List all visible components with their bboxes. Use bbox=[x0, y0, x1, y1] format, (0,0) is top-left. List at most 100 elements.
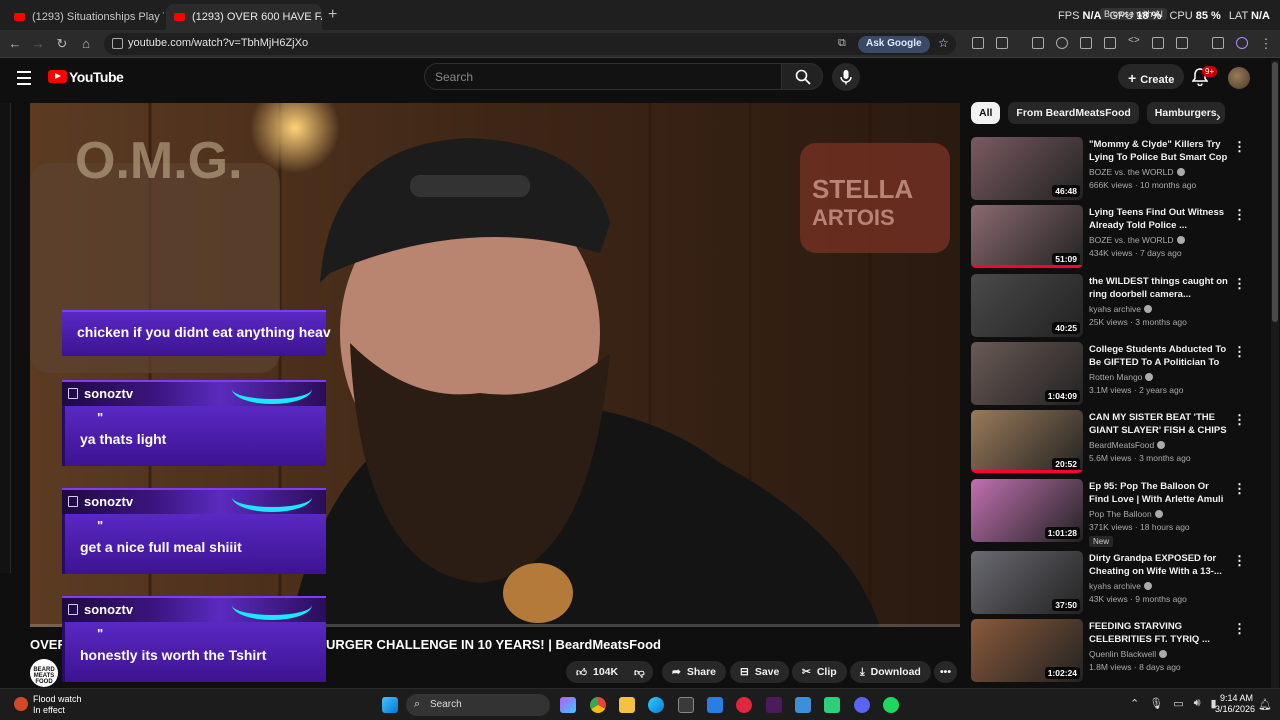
search-button[interactable] bbox=[781, 63, 823, 90]
taskbar-search[interactable]: ⌕ Search bbox=[406, 694, 550, 716]
recommendation-title[interactable]: Dirty Grandpa EXPOSED for Cheating on Wi… bbox=[1089, 552, 1229, 578]
translate-icon[interactable] bbox=[1104, 37, 1116, 49]
recommendation-channel[interactable]: BOZE vs. the WORLD bbox=[1089, 235, 1185, 245]
app-red-icon[interactable] bbox=[736, 697, 752, 713]
download-button[interactable]: ⤓ Download bbox=[850, 661, 931, 683]
edge-icon[interactable] bbox=[648, 697, 664, 713]
recommendation-item[interactable]: 1:01:28 Ep 95: Pop The Balloon Or Find Lo… bbox=[971, 479, 1261, 547]
taskbar-clock[interactable]: 9:14 AM 3/16/2026 bbox=[1215, 693, 1255, 715]
address-bar[interactable]: youtube.com/watch?v=TbhMjH6ZjXo ⧉ Ask Go… bbox=[104, 33, 956, 55]
spotify-icon[interactable] bbox=[883, 697, 899, 713]
search-field[interactable] bbox=[424, 63, 782, 90]
video-thumbnail[interactable]: 1:01:28 bbox=[971, 479, 1083, 542]
tab-current-video[interactable]: (1293) OVER 600 HAVE FAIL 🔈 ✕ bbox=[166, 4, 322, 30]
notification-center-icon[interactable]: 🔔︎ bbox=[1258, 698, 1272, 711]
video-thumbnail[interactable]: 37:50 bbox=[971, 551, 1083, 614]
mail-icon[interactable] bbox=[707, 697, 723, 713]
chrome-icon[interactable] bbox=[590, 697, 606, 713]
scrollbar-thumb[interactable] bbox=[1272, 62, 1278, 322]
shield-icon[interactable] bbox=[678, 697, 694, 713]
recommendation-item[interactable]: 1:02:24 FEEDING STARVING CELEBRITIES FT. … bbox=[971, 619, 1261, 683]
more-options-icon[interactable]: ⋮ bbox=[1233, 553, 1246, 569]
more-options-icon[interactable]: ⋮ bbox=[1233, 276, 1246, 292]
code-icon[interactable]: <> bbox=[1128, 35, 1140, 47]
file-explorer-icon[interactable] bbox=[619, 697, 635, 713]
chip-all[interactable]: All bbox=[971, 102, 1001, 124]
extensions-icon[interactable] bbox=[996, 37, 1008, 49]
more-options-icon[interactable]: ⋮ bbox=[1233, 344, 1246, 360]
account-avatar[interactable] bbox=[1228, 67, 1250, 89]
channel-avatar[interactable]: BEARD MEATS FOOD bbox=[30, 659, 58, 687]
chevron-right-icon[interactable]: › bbox=[1216, 108, 1221, 124]
ask-google-button[interactable]: Ask Google bbox=[858, 36, 930, 53]
cast-icon[interactable] bbox=[1176, 37, 1188, 49]
video-thumbnail[interactable]: 1:02:24 bbox=[971, 619, 1083, 682]
install-app-icon[interactable]: ⧉ bbox=[838, 37, 846, 50]
video-thumbnail[interactable]: 51:09 bbox=[971, 205, 1083, 268]
photos-icon[interactable] bbox=[795, 697, 811, 713]
chip-hamburgers[interactable]: Hamburgers bbox=[1146, 102, 1225, 124]
video-thumbnail[interactable]: 20:52 bbox=[971, 410, 1083, 473]
recommendation-title[interactable]: FEEDING STARVING CELEBRITIES FT. TYRIQ .… bbox=[1089, 620, 1229, 646]
recommendation-channel[interactable]: BOZE vs. the WORLD bbox=[1089, 167, 1185, 177]
recommendation-item[interactable]: 40:25 the WILDEST things caught on ring d… bbox=[971, 274, 1261, 338]
discord-icon[interactable] bbox=[854, 697, 870, 713]
search-input[interactable] bbox=[435, 70, 735, 84]
youtube-logo-text[interactable]: YouTube bbox=[69, 69, 124, 85]
more-options-icon[interactable]: ⋮ bbox=[1233, 621, 1246, 637]
recommendation-item[interactable]: 51:09 Lying Teens Find Out Witness Alread… bbox=[971, 205, 1261, 269]
recommendation-title[interactable]: "Mommy & Clyde" Killers Try Lying To Pol… bbox=[1089, 138, 1229, 165]
delete-icon[interactable] bbox=[1080, 37, 1092, 49]
video-thumbnail[interactable]: 1:04:09 bbox=[971, 342, 1083, 405]
recommendation-channel[interactable]: kyahs archive bbox=[1089, 304, 1152, 314]
favorites-icon[interactable] bbox=[1056, 37, 1068, 49]
reload-icon[interactable]: ↻ bbox=[54, 36, 70, 52]
more-options-icon[interactable]: ⋮ bbox=[1233, 139, 1246, 155]
video-thumbnail[interactable]: 40:25 bbox=[971, 274, 1083, 337]
recommendation-channel[interactable]: BeardMeatsFood bbox=[1089, 440, 1166, 450]
more-actions-button[interactable]: ••• bbox=[934, 661, 958, 683]
screenshot-icon[interactable] bbox=[1152, 37, 1164, 49]
clip-button[interactable]: ✂ Clip bbox=[792, 661, 847, 683]
new-tab-icon[interactable]: + bbox=[328, 6, 337, 24]
hamburger-menu-icon[interactable] bbox=[17, 71, 31, 89]
forward-icon[interactable]: → bbox=[30, 36, 46, 51]
reading-list-icon[interactable] bbox=[1212, 37, 1224, 49]
recommendation-channel[interactable]: Pop The Balloon bbox=[1089, 509, 1163, 519]
recommendation-title[interactable]: CAN MY SISTER BEAT 'THE GIANT SLAYER' FI… bbox=[1089, 411, 1229, 438]
windows-start-icon[interactable] bbox=[382, 697, 398, 713]
app-purple-icon[interactable] bbox=[766, 697, 782, 713]
video-thumbnail[interactable]: 46:48 bbox=[971, 137, 1083, 200]
recommendation-title[interactable]: the WILDEST things caught on ring doorbe… bbox=[1089, 275, 1229, 301]
tab-situationships[interactable]: (1293) Situationships Play Truth ✕ bbox=[6, 4, 164, 30]
save-button[interactable]: ⊟ Save bbox=[730, 661, 790, 683]
recommendation-title[interactable]: Lying Teens Find Out Witness Already Tol… bbox=[1089, 206, 1229, 232]
recommendation-channel[interactable]: kyahs archive bbox=[1089, 581, 1152, 591]
app-green-icon[interactable] bbox=[824, 697, 840, 713]
more-options-icon[interactable]: ⋮ bbox=[1233, 207, 1246, 223]
recommendation-item[interactable]: 46:48 "Mommy & Clyde" Killers Try Lying T… bbox=[971, 137, 1261, 201]
chip-from-channel[interactable]: From BeardMeatsFood bbox=[1008, 102, 1139, 124]
share-button[interactable]: ➦ Share bbox=[662, 661, 726, 683]
youtube-logo-icon[interactable] bbox=[48, 70, 67, 83]
back-icon[interactable]: ← bbox=[7, 36, 23, 51]
create-button[interactable]: + Create bbox=[1118, 64, 1185, 89]
recommendation-item[interactable]: 37:50 Dirty Grandpa EXPOSED for Cheating … bbox=[971, 551, 1261, 615]
recommendation-item[interactable]: 1:04:09 College Students Abducted To Be G… bbox=[971, 342, 1261, 406]
menu-more-icon[interactable]: ⋮ bbox=[1258, 36, 1274, 52]
home-icon[interactable]: ⌂ bbox=[78, 36, 94, 51]
site-info-icon[interactable] bbox=[112, 38, 123, 49]
chevron-up-icon[interactable]: ⌃ bbox=[1130, 697, 1139, 710]
more-options-icon[interactable]: ⋮ bbox=[1233, 412, 1246, 428]
more-options-icon[interactable]: ⋮ bbox=[1233, 481, 1246, 497]
recommendation-channel[interactable]: Quenlin Blackwell bbox=[1089, 649, 1168, 659]
recommendation-channel[interactable]: Rotten Mango bbox=[1089, 372, 1154, 382]
dislike-button[interactable]: 👎︎ bbox=[626, 661, 653, 683]
recommendation-title[interactable]: College Students Abducted To Be GIFTED T… bbox=[1089, 343, 1229, 370]
volume-icon[interactable]: 🔊︎ bbox=[1194, 697, 1201, 710]
recommendation-item[interactable]: 20:52 CAN MY SISTER BEAT 'THE GIANT SLAYE… bbox=[971, 410, 1261, 474]
tab-search-icon[interactable] bbox=[1032, 37, 1044, 49]
microphone-tray-icon[interactable]: 🎙︎ bbox=[1149, 697, 1163, 710]
side-panel-icon[interactable] bbox=[972, 37, 984, 49]
voice-search-button[interactable] bbox=[832, 63, 860, 91]
